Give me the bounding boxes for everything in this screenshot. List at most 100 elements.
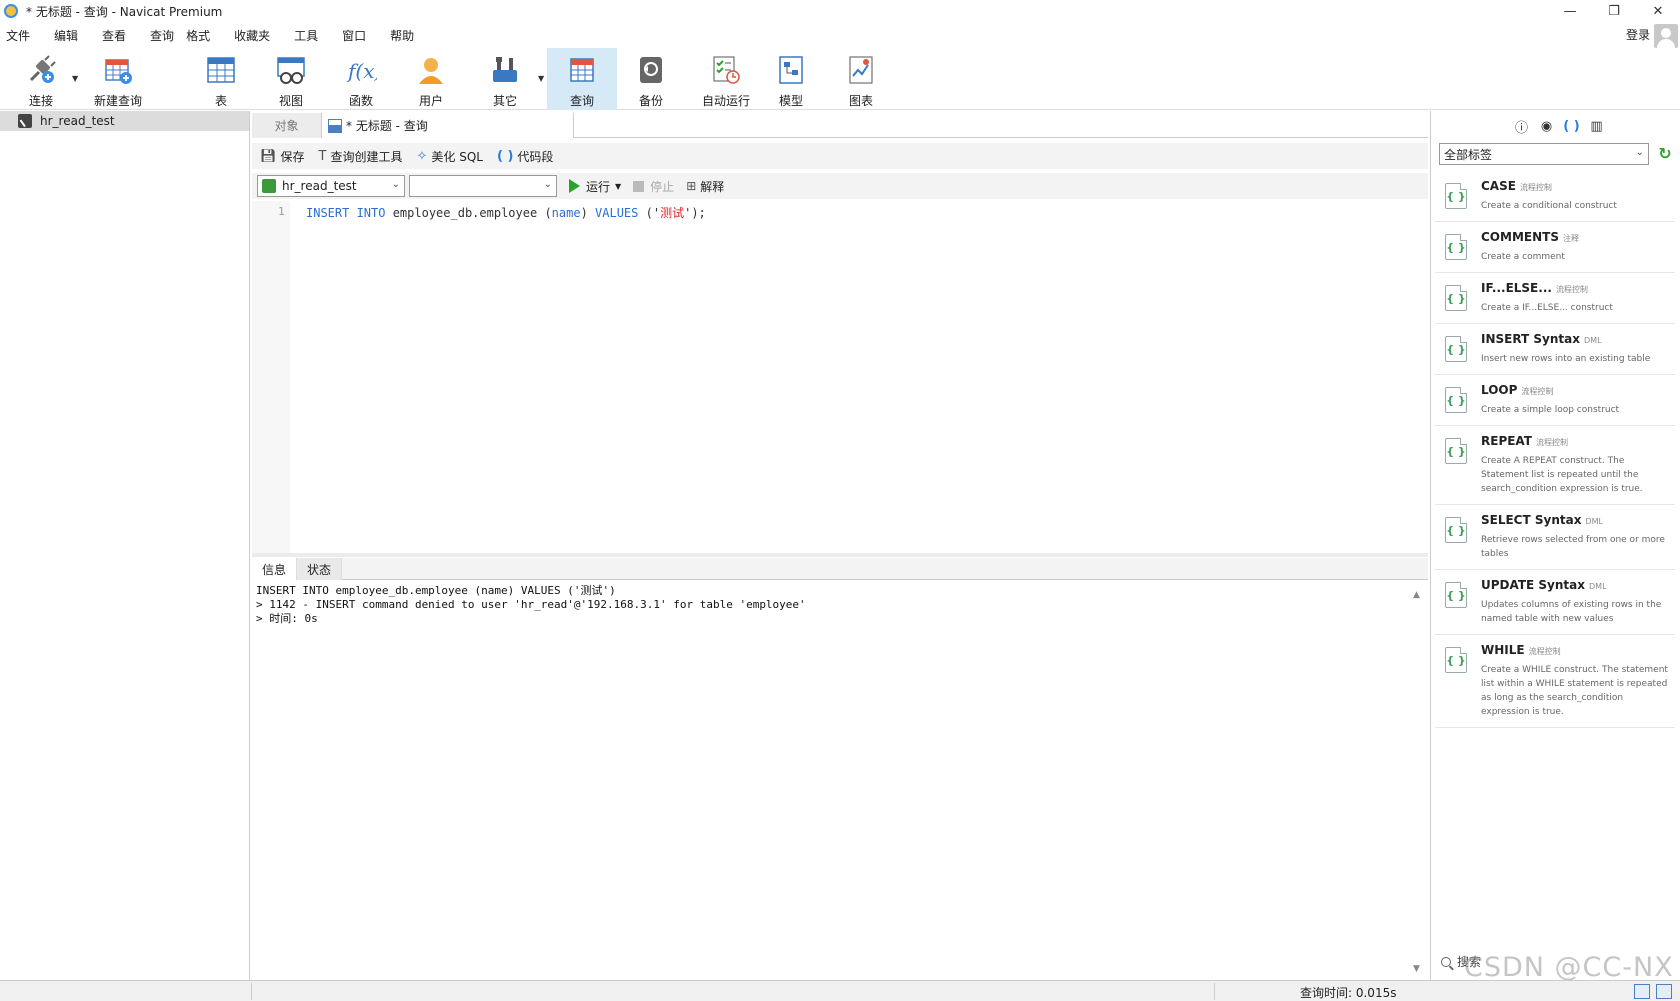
user-button[interactable]: 用户 xyxy=(406,48,456,110)
refresh-icon[interactable]: ↻ xyxy=(1655,143,1675,163)
magic-wand-icon: ✧ xyxy=(416,148,428,164)
other-dropdown-icon[interactable]: ▼ xyxy=(538,74,544,83)
scroll-up-icon[interactable]: ▲ xyxy=(1413,590,1420,600)
model-icon xyxy=(775,54,807,86)
query-builder-button[interactable]: T 查询创建工具 xyxy=(319,148,403,165)
sql-editor[interactable]: 1 INSERT INTO employee_db.employee (name… xyxy=(252,201,1428,553)
snippet-tag: DML xyxy=(1584,336,1602,345)
snippet-tag: 流程控制 xyxy=(1535,438,1568,447)
preview-icon[interactable]: ◉ xyxy=(1534,117,1559,135)
stop-button[interactable]: 停止 xyxy=(633,178,674,195)
snippet-description: Create a comment xyxy=(1481,252,1565,262)
menu-file[interactable]: 文件 xyxy=(0,27,42,44)
tab-query-label: * 无标题 - 查询 xyxy=(346,119,428,133)
snippet-item[interactable]: { } UPDATE Syntax DML Updates columns of … xyxy=(1435,570,1675,635)
snippet-description: Insert new rows into an existing table xyxy=(1481,354,1651,364)
snippet-item[interactable]: { } WHILE 流程控制 Create a WHILE construct. … xyxy=(1435,635,1675,728)
backup-label: 备份 xyxy=(638,94,663,108)
scroll-down-icon[interactable]: ▼ xyxy=(1413,964,1420,974)
editor-tabs: 对象 * 无标题 - 查询 xyxy=(252,113,1428,138)
tab-query[interactable]: * 无标题 - 查询 xyxy=(322,113,574,138)
code-snippet-icon[interactable]: ( ) xyxy=(1559,117,1584,135)
save-button[interactable]: 💾︎ 保存 xyxy=(260,148,305,165)
menu-view[interactable]: 查看 xyxy=(90,27,138,44)
menu-format[interactable]: 格式 xyxy=(180,27,222,44)
connection-select-value: hr_read_test xyxy=(282,179,357,193)
snippet-item[interactable]: { } IF...ELSE... 流程控制 Create a IF...ELSE.… xyxy=(1435,273,1675,324)
sql-code-line[interactable]: INSERT INTO employee_db.employee (name) … xyxy=(306,204,706,221)
run-dropdown-icon[interactable]: ▼ xyxy=(615,182,621,191)
save-label: 保存 xyxy=(280,149,305,164)
snippet-description: Create a IF...ELSE... construct xyxy=(1481,303,1613,313)
query-builder-label: 查询创建工具 xyxy=(330,149,403,164)
layout-icon[interactable]: ▥ xyxy=(1584,117,1609,135)
connect-button[interactable]: 连接 xyxy=(16,48,66,110)
tab-objects[interactable]: 对象 xyxy=(252,113,322,138)
minimize-icon[interactable]: — xyxy=(1548,0,1592,22)
chart-button[interactable]: 图表 xyxy=(836,48,886,110)
function-button[interactable]: f(x) 函数 xyxy=(336,48,386,110)
info-icon[interactable]: ⓘ xyxy=(1509,117,1534,136)
menu-help[interactable]: 帮助 xyxy=(378,27,426,44)
result-scrollbar[interactable]: ▲ ▼ xyxy=(1410,584,1426,978)
auto-run-label: 自动运行 xyxy=(701,94,750,108)
database-select[interactable]: ⌄ xyxy=(409,175,557,197)
snippet-file-icon: { } xyxy=(1445,285,1467,311)
table-button[interactable]: 表 xyxy=(196,48,246,110)
connection-icon xyxy=(18,114,32,128)
editor-result-splitter[interactable] xyxy=(252,553,1428,557)
tab-info[interactable]: 信息 xyxy=(252,558,298,580)
line-number: 1 xyxy=(278,205,285,218)
connect-label: 连接 xyxy=(28,94,53,108)
backup-button[interactable]: 备份 xyxy=(626,48,676,110)
user-avatar-icon[interactable] xyxy=(1654,24,1678,48)
layout-panel-icon[interactable] xyxy=(1656,984,1672,999)
menu-query[interactable]: 查询 xyxy=(138,27,180,44)
run-button[interactable]: 运行 ▼ xyxy=(569,178,621,195)
query-time: 查询时间: 0.015s xyxy=(1300,986,1397,1000)
sql-string-literal: 测试 xyxy=(660,206,685,220)
new-query-button[interactable]: 新建查询 xyxy=(88,48,148,110)
svg-text:f(x): f(x) xyxy=(346,59,377,83)
snippet-description: Create a simple loop construct xyxy=(1481,405,1620,415)
connection-select[interactable]: hr_read_test ⌄ xyxy=(257,175,405,197)
model-button[interactable]: 模型 xyxy=(766,48,816,110)
snippet-item[interactable]: { } CASE 流程控制 Create a conditional constr… xyxy=(1435,171,1675,222)
snippet-tag: 流程控制 xyxy=(1521,387,1554,396)
search-icon xyxy=(1441,956,1451,967)
new-query-icon xyxy=(102,54,134,86)
connect-dropdown-icon[interactable]: ▼ xyxy=(72,74,78,83)
view-button[interactable]: 视图 xyxy=(266,48,316,110)
menu-tools[interactable]: 工具 xyxy=(282,27,330,44)
snippet-tag-filter-value: 全部标签 xyxy=(1444,147,1493,162)
snippet-tag-filter[interactable]: 全部标签 ⌄ xyxy=(1439,143,1649,165)
layout-split-icon[interactable] xyxy=(1634,984,1650,999)
snippet-name: UPDATE Syntax xyxy=(1481,578,1585,592)
chevron-down-icon: ⌄ xyxy=(391,179,400,190)
beautify-sql-button[interactable]: ✧ 美化 SQL xyxy=(417,148,483,165)
snippet-item[interactable]: { } REPEAT 流程控制 Create A REPEAT construct… xyxy=(1435,426,1675,505)
restore-icon[interactable]: ❐ xyxy=(1592,0,1636,22)
snippet-item[interactable]: { } INSERT Syntax DML Insert new rows int… xyxy=(1435,324,1675,375)
snippet-item[interactable]: { } SELECT Syntax DML Retrieve rows selec… xyxy=(1435,505,1675,570)
menu-window[interactable]: 窗口 xyxy=(330,27,378,44)
snippet-item[interactable]: { } LOOP 流程控制 Create a simple loop constr… xyxy=(1435,375,1675,426)
snippet-item[interactable]: { } COMMENTS 注释 Create a comment xyxy=(1435,222,1675,273)
snippet-name: WHILE xyxy=(1481,643,1525,657)
explain-label: 解释 xyxy=(700,179,725,194)
code-snippet-button[interactable]: ( ) 代码段 xyxy=(497,148,553,165)
query-button[interactable]: 查询 xyxy=(547,48,617,110)
result-time-line: > 时间: 0s xyxy=(256,612,318,625)
login-link[interactable]: 登录 xyxy=(1626,26,1650,43)
menu-edit[interactable]: 编辑 xyxy=(42,27,90,44)
snippet-file-icon: { } xyxy=(1445,582,1467,608)
close-icon[interactable]: ✕ xyxy=(1636,0,1680,22)
other-button[interactable]: 其它 xyxy=(480,48,530,110)
tab-status[interactable]: 状态 xyxy=(297,558,343,580)
status-separator xyxy=(1214,983,1215,1000)
explain-button[interactable]: ⊞ 解释 xyxy=(686,178,724,195)
connection-item[interactable]: hr_read_test xyxy=(0,111,249,131)
function-label: 函数 xyxy=(348,94,373,108)
auto-run-button[interactable]: 自动运行 xyxy=(696,48,756,110)
menu-favorites[interactable]: 收藏夹 xyxy=(222,27,282,44)
